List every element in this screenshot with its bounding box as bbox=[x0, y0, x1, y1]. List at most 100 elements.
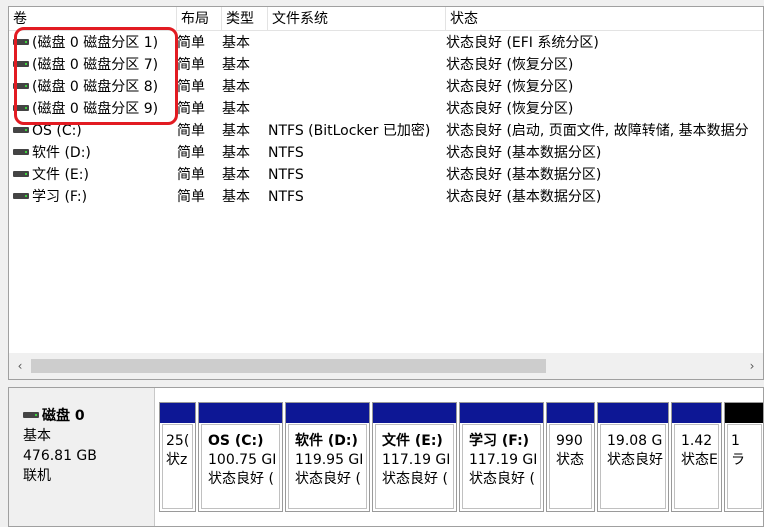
volume-layout: 简单 bbox=[177, 35, 205, 51]
drive-icon bbox=[13, 171, 29, 177]
volume-type: 基本 bbox=[222, 79, 250, 95]
volume-status: 状态良好 (基本数据分区) bbox=[446, 189, 602, 205]
volume-name: 文件 (E:) bbox=[32, 167, 89, 183]
volume-layout: 简单 bbox=[177, 189, 205, 205]
volume-layout: 简单 bbox=[177, 57, 205, 73]
volume-status: 状态良好 (EFI 系统分区) bbox=[446, 35, 599, 51]
volume-row[interactable]: 文件 (E:) 简单 基本 NTFS 状态良好 (基本数据分区) bbox=[9, 164, 763, 186]
volume-row[interactable]: (磁盘 0 磁盘分区 1) 简单 基本 状态良好 (EFI 系统分区) bbox=[9, 32, 763, 54]
volume-filesystem bbox=[268, 98, 444, 120]
volume-type: 基本 bbox=[222, 57, 250, 73]
partition-block[interactable]: 文件 (E:) 117.19 GI 状态良好 ( bbox=[372, 402, 457, 512]
partition-size: 117.19 GI bbox=[382, 452, 451, 468]
column-header-layout[interactable]: 布局 bbox=[177, 7, 222, 31]
volume-row[interactable]: 学习 (F:) 简单 基本 NTFS 状态良好 (基本数据分区) bbox=[9, 186, 763, 208]
drive-icon bbox=[13, 105, 29, 111]
volume-name: 学习 (F:) bbox=[32, 189, 88, 205]
disk-type: 基本 bbox=[23, 428, 51, 444]
drive-icon bbox=[13, 83, 29, 89]
horizontal-scrollbar[interactable]: ‹ › bbox=[9, 353, 763, 379]
volume-type: 基本 bbox=[222, 189, 250, 205]
volume-layout: 简单 bbox=[177, 123, 205, 139]
volume-status: 状态良好 (恢复分区) bbox=[446, 79, 574, 95]
volume-filesystem: NTFS bbox=[268, 167, 304, 183]
partition-size: 1.42 bbox=[681, 433, 713, 449]
partition-block[interactable]: 19.08 G 状态良好 bbox=[597, 402, 669, 512]
volume-status: 状态良好 (基本数据分区) bbox=[446, 167, 602, 183]
volume-layout: 简单 bbox=[177, 101, 205, 117]
scroll-right-icon[interactable]: › bbox=[741, 353, 763, 379]
volume-filesystem bbox=[268, 54, 444, 76]
drive-icon bbox=[13, 127, 29, 133]
disk-name: 磁盘 0 bbox=[42, 408, 85, 424]
drive-icon bbox=[13, 149, 29, 155]
volume-layout: 简单 bbox=[177, 167, 205, 183]
volume-layout: 简单 bbox=[177, 145, 205, 161]
volume-row[interactable]: (磁盘 0 磁盘分区 7) 简单 基本 状态良好 (恢复分区) bbox=[9, 54, 763, 76]
volume-name: (磁盘 0 磁盘分区 1) bbox=[32, 35, 159, 51]
volume-row[interactable]: 软件 (D:) 简单 基本 NTFS 状态良好 (基本数据分区) bbox=[9, 142, 763, 164]
partition-name: 文件 (E:) bbox=[382, 433, 443, 449]
partition-size: 990 bbox=[556, 433, 583, 449]
partition-status: 状态良好 ( bbox=[295, 471, 361, 487]
volume-status: 状态良好 (恢复分区) bbox=[446, 57, 574, 73]
volume-row[interactable]: OS (C:) 简单 基本 NTFS (BitLocker 已加密) 状态良好 … bbox=[9, 120, 763, 142]
scroll-thumb[interactable] bbox=[31, 359, 546, 373]
drive-icon bbox=[13, 193, 29, 199]
column-header-type[interactable]: 类型 bbox=[222, 7, 268, 31]
disk-state: 联机 bbox=[23, 468, 51, 484]
volume-filesystem: NTFS bbox=[268, 189, 304, 205]
column-header-filesystem[interactable]: 文件系统 bbox=[268, 7, 446, 31]
volume-type: 基本 bbox=[222, 167, 250, 183]
partition-block[interactable]: 软件 (D:) 119.95 GI 状态良好 ( bbox=[285, 402, 370, 512]
volume-type: 基本 bbox=[222, 145, 250, 161]
volume-status: 状态良好 (启动, 页面文件, 故障转储, 基本数据分 bbox=[446, 123, 749, 139]
volume-name: (磁盘 0 磁盘分区 8) bbox=[32, 79, 159, 95]
drive-icon bbox=[13, 39, 29, 45]
partition-size: 19.08 G bbox=[607, 433, 663, 449]
volume-filesystem: NTFS bbox=[268, 145, 304, 161]
partition-size: 119.95 GI bbox=[295, 452, 364, 468]
volume-row[interactable]: (磁盘 0 磁盘分区 8) 简单 基本 状态良好 (恢复分区) bbox=[9, 76, 763, 98]
partition-status: 状态E bbox=[681, 452, 718, 468]
disk-size: 476.81 GB bbox=[23, 448, 97, 464]
disk-info-panel[interactable]: 磁盘 0 基本 476.81 GB 联机 bbox=[9, 388, 155, 526]
partition-status: 状态良好 ( bbox=[208, 471, 274, 487]
partition-block[interactable]: 学习 (F:) 117.19 GI 状态良好 ( bbox=[459, 402, 544, 512]
volume-name: (磁盘 0 磁盘分区 7) bbox=[32, 57, 159, 73]
volume-list[interactable]: 卷 布局 类型 文件系统 状态 (磁盘 0 磁盘分区 1) 简单 基本 状态良好… bbox=[8, 6, 764, 380]
partition-block[interactable]: OS (C:) 100.75 GI 状态良好 ( bbox=[198, 402, 283, 512]
partition-status: 状态 bbox=[556, 452, 584, 468]
volume-filesystem: NTFS (BitLocker 已加密) bbox=[268, 123, 431, 139]
drive-icon bbox=[13, 61, 29, 67]
partition-block[interactable]: 1.42 状态E bbox=[671, 402, 722, 512]
partition-size: 100.75 GI bbox=[208, 452, 277, 468]
partition-block[interactable]: 990 状态 bbox=[546, 402, 595, 512]
volume-name: OS (C:) bbox=[32, 123, 82, 139]
volume-filesystem bbox=[268, 32, 444, 54]
column-header-status[interactable]: 状态 bbox=[446, 7, 763, 31]
volume-type: 基本 bbox=[222, 35, 250, 51]
partition-size: 117.19 GI bbox=[469, 452, 538, 468]
volume-row[interactable]: (磁盘 0 磁盘分区 9) 简单 基本 状态良好 (恢复分区) bbox=[9, 98, 763, 120]
volume-name: (磁盘 0 磁盘分区 9) bbox=[32, 101, 159, 117]
partition-status: 状态良好 bbox=[607, 452, 663, 468]
partition-block[interactable]: 25( 状z bbox=[159, 402, 196, 512]
partition-size: 1 bbox=[731, 433, 740, 449]
volume-layout: 简单 bbox=[177, 79, 205, 95]
column-header-row: 卷 布局 类型 文件系统 状态 bbox=[9, 7, 763, 31]
partition-block[interactable]: 1 ラ bbox=[724, 402, 763, 512]
disk-icon bbox=[23, 412, 39, 418]
partition-status: 状态良好 ( bbox=[382, 471, 448, 487]
scroll-left-icon[interactable]: ‹ bbox=[9, 353, 31, 379]
partition-name: 软件 (D:) bbox=[295, 433, 358, 449]
partition-name: 学习 (F:) bbox=[469, 433, 530, 449]
volume-status: 状态良好 (恢复分区) bbox=[446, 101, 574, 117]
volume-status: 状态良好 (基本数据分区) bbox=[446, 145, 602, 161]
partition-size: 25( bbox=[166, 433, 190, 449]
partition-name: OS (C:) bbox=[208, 433, 264, 449]
partition-status: 状z bbox=[166, 452, 188, 468]
volume-type: 基本 bbox=[222, 101, 250, 117]
volume-type: 基本 bbox=[222, 123, 250, 139]
column-header-volume[interactable]: 卷 bbox=[9, 7, 177, 31]
